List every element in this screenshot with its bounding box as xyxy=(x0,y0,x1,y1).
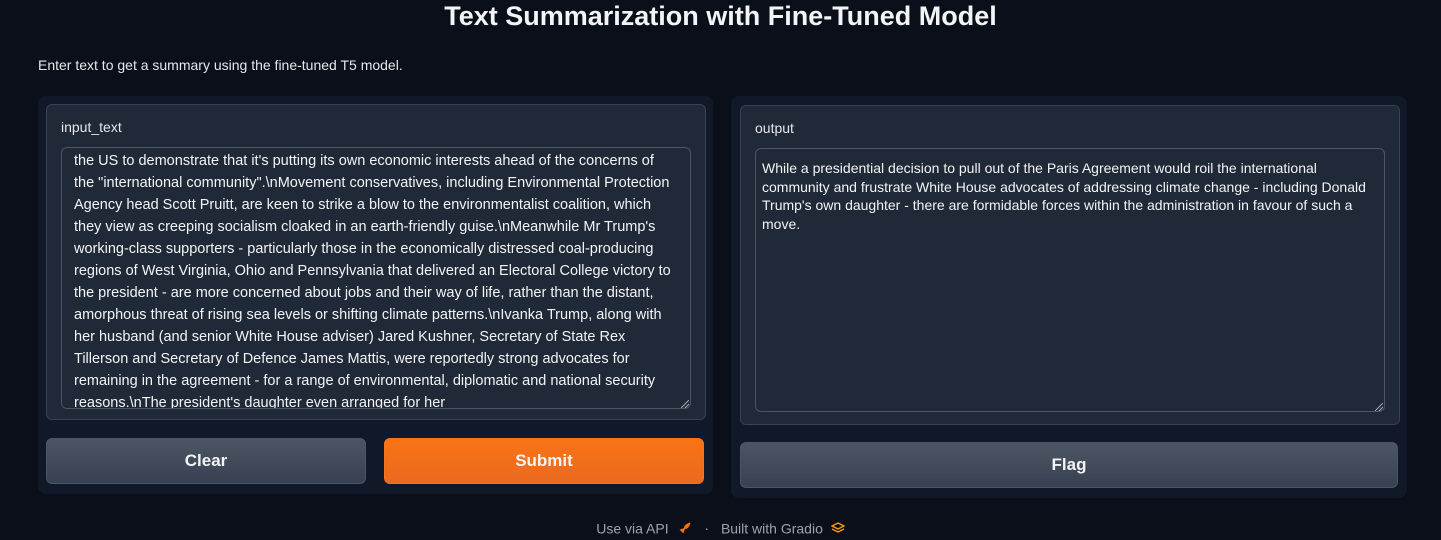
page-description: Enter text to get a summary using the fi… xyxy=(38,57,403,73)
gradio-logo-icon xyxy=(830,522,845,534)
output-block: output While a presidential decision to … xyxy=(740,105,1400,425)
clear-button[interactable]: Clear xyxy=(46,438,366,484)
input-panel: input_text the US to demonstrate that it… xyxy=(38,96,713,494)
page-title: Text Summarization with Fine-Tuned Model xyxy=(444,1,997,31)
output-panel: output While a presidential decision to … xyxy=(731,96,1407,498)
submit-button[interactable]: Submit xyxy=(384,438,704,484)
resize-grip-icon[interactable] xyxy=(1375,403,1383,411)
output-label: output xyxy=(755,120,794,136)
input-textarea[interactable]: the US to demonstrate that it's putting … xyxy=(61,147,691,409)
footer: Use via API · Built with Gradio xyxy=(0,519,1441,536)
built-with-gradio-link[interactable]: Built with Gradio xyxy=(721,520,823,536)
resize-grip-icon[interactable] xyxy=(681,400,689,408)
footer-separator: · xyxy=(704,520,710,537)
rocket-icon xyxy=(680,522,692,534)
input-block: input_text the US to demonstrate that it… xyxy=(46,104,706,420)
flag-button[interactable]: Flag xyxy=(740,442,1398,488)
output-textarea[interactable]: While a presidential decision to pull ou… xyxy=(755,148,1385,412)
use-via-api-link[interactable]: Use via API xyxy=(596,520,668,536)
input-label: input_text xyxy=(61,119,122,135)
